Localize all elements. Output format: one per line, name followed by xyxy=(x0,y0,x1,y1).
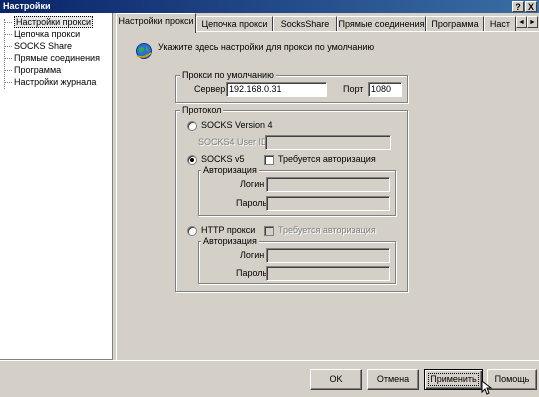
socks5-radio[interactable] xyxy=(187,155,197,165)
tree-item-program[interactable]: Программа xyxy=(4,64,61,76)
socks5-auth-check-label: Требуется авторизация xyxy=(278,154,376,164)
tree-item-proxy-chain[interactable]: Цепочка прокси xyxy=(4,28,80,40)
socks4-radio[interactable] xyxy=(187,121,197,131)
proxy-settings-panel: Укажите здесь настройки для прокси по ум… xyxy=(116,31,539,360)
globe-icon xyxy=(135,42,153,60)
tab-direct-connections[interactable]: Прямые соединения xyxy=(337,16,426,32)
tab-proxy-chain[interactable]: Цепочка прокси xyxy=(196,16,273,32)
settings-tree: Настройки прокси Цепочка прокси SOCKS Sh… xyxy=(0,13,113,360)
http-password-label: Пароль xyxy=(236,268,268,278)
socks5-label: SOCKS v5 xyxy=(201,154,245,164)
protocol-group: Протокол SOCKS Version 4 SOCKS4 User ID … xyxy=(175,105,408,292)
apply-button[interactable]: Применить xyxy=(424,369,483,390)
help-title-button[interactable]: ? xyxy=(512,1,524,12)
socks5-auth-checkbox[interactable] xyxy=(264,155,274,165)
http-radio[interactable] xyxy=(187,226,197,236)
panel-heading: Укажите здесь настройки для прокси по ум… xyxy=(158,42,375,52)
socks4-userid-label: SOCKS4 User ID xyxy=(198,137,268,147)
tab-socks-share[interactable]: SocksShare xyxy=(273,16,337,32)
port-label: Порт xyxy=(343,84,364,94)
port-input[interactable]: 1080 xyxy=(368,82,402,97)
close-title-button[interactable]: X xyxy=(525,1,537,12)
tab-scroll-left-icon[interactable]: ◄ xyxy=(516,16,527,28)
http-auth-group: Авторизация Логин Пароль xyxy=(198,236,396,284)
http-label: HTTP прокси xyxy=(201,225,256,235)
tab-proxy-settings[interactable]: Настройки прокси xyxy=(116,13,196,33)
tab-log-settings[interactable]: Наст xyxy=(484,16,516,32)
socks5-auth-group: Авторизация Логин Пароль xyxy=(198,165,396,216)
help-button[interactable]: Помощь xyxy=(487,369,537,390)
http-auth-legend: Авторизация xyxy=(201,236,259,246)
socks4-userid-input[interactable] xyxy=(265,135,391,150)
http-login-label: Логин xyxy=(240,250,265,260)
socks5-auth-legend: Авторизация xyxy=(201,165,259,175)
socks5-login-label: Логин xyxy=(240,179,265,189)
window-title-bar: Настройки ? X xyxy=(0,0,539,13)
socks5-password-label: Пароль xyxy=(236,198,268,208)
ok-button[interactable]: OK xyxy=(310,369,362,390)
http-auth-check-label: Требуется авторизация xyxy=(278,225,376,235)
tree-item-socks-share[interactable]: SOCKS Share xyxy=(4,40,72,52)
http-login-input[interactable] xyxy=(266,248,390,263)
cancel-button[interactable]: Отмена xyxy=(367,369,419,390)
default-proxy-legend: Прокси по умолчанию xyxy=(180,70,276,80)
window-title: Настройки xyxy=(3,1,51,11)
tree-item-log-settings[interactable]: Настройки журнала xyxy=(4,76,96,88)
socks4-label: SOCKS Version 4 xyxy=(201,120,273,130)
dialog-button-bar: OK Отмена Применить Помощь xyxy=(0,360,539,395)
default-proxy-group: Прокси по умолчанию Сервер 192.168.0.31 … xyxy=(175,70,408,103)
socks5-password-input[interactable] xyxy=(266,196,390,211)
http-auth-checkbox[interactable] xyxy=(264,226,274,236)
protocol-legend: Протокол xyxy=(180,105,224,115)
server-label: Сервер xyxy=(194,84,226,94)
tree-item-proxy-settings[interactable]: Настройки прокси xyxy=(4,16,94,28)
tree-item-direct-connections[interactable]: Прямые соединения xyxy=(4,52,100,64)
socks5-login-input[interactable] xyxy=(266,177,390,192)
tab-program[interactable]: Программа xyxy=(426,16,484,32)
server-input[interactable]: 192.168.0.31 xyxy=(226,82,327,97)
apply-button-label: Применить xyxy=(430,374,477,384)
http-password-input[interactable] xyxy=(266,266,390,281)
tab-strip: Настройки прокси Цепочка прокси SocksSha… xyxy=(116,13,539,33)
tab-scroll-right-icon[interactable]: ► xyxy=(527,16,538,28)
